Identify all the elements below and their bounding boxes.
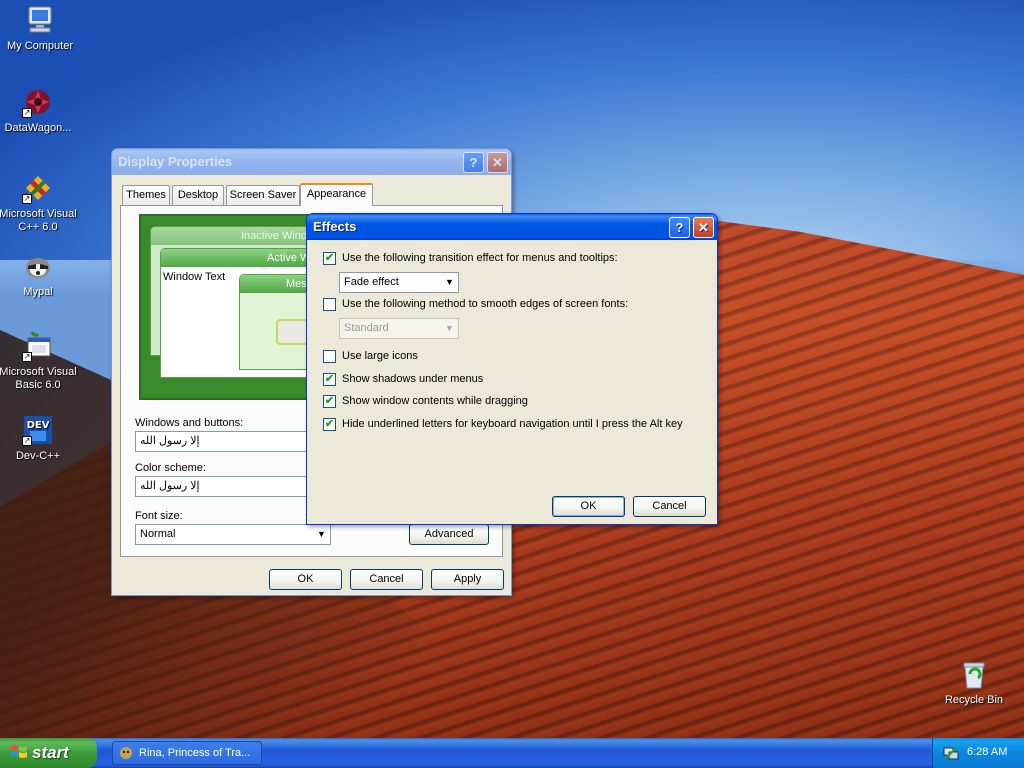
font-size-select[interactable]: Normal ▼ [135,524,331,545]
color-scheme-select[interactable]: إلا رسول الله [135,476,331,497]
smooth-edges-checkbox[interactable] [323,298,336,311]
cancel-button[interactable]: Cancel [350,569,423,590]
hide-underline-checkbox-row[interactable]: ✔ Hide underlined letters for keyboard na… [323,418,683,432]
font-size-value: Normal [140,528,176,540]
visual-basic-icon: ↗ [22,330,54,362]
tab-appearance[interactable]: Appearance [300,183,373,206]
my-computer-icon [24,4,56,36]
desktop-icon-mypal[interactable]: Mypal [0,250,78,299]
font-size-label: Font size: [135,510,183,522]
taskbar: start Rina, Princess of Tra... 6:28 AM [0,738,1024,768]
close-button[interactable]: ✕ [693,217,714,238]
start-button[interactable]: start [0,738,97,768]
chevron-down-icon: ▼ [445,323,454,333]
drag-contents-checkbox[interactable]: ✔ [323,395,336,408]
apply-button[interactable]: Apply [431,569,504,590]
menu-shadows-checkbox-row[interactable]: ✔ Show shadows under menus [323,373,483,387]
shortcut-arrow-icon: ↗ [22,108,32,118]
game-app-icon [119,746,133,760]
windows-logo-icon [10,744,28,760]
display-properties-titlebar[interactable]: Display Properties ? ✕ [112,149,511,175]
effects-body: ✔ Use the following transition effect for… [311,240,713,520]
desktop-icon-my-computer[interactable]: My Computer [0,4,80,53]
effects-dialog[interactable]: Effects ? ✕ ✔ Use the following transitio… [306,213,718,525]
dialog-title: Effects [313,219,357,234]
clock[interactable]: 6:28 AM [967,746,1007,758]
window-title: Display Properties [118,154,233,169]
drag-contents-label: Show window contents while dragging [342,395,528,407]
chevron-down-icon: ▼ [317,529,326,539]
hide-underline-checkbox[interactable]: ✔ [323,418,336,431]
transition-effect-label: Use the following transition effect for … [342,252,618,264]
large-icons-checkbox-row[interactable]: Use large icons [323,350,418,364]
advanced-button[interactable]: Advanced [409,524,489,545]
desktop-icon-datawagon[interactable]: ↗ DataWagon... [0,86,78,135]
help-button[interactable]: ? [463,152,484,173]
hide-underline-label: Hide underlined letters for keyboard nav… [342,418,683,430]
menu-shadows-label: Show shadows under menus [342,373,484,385]
tab-screen-saver[interactable]: Screen Saver [226,185,300,205]
desktop-icon-dev-cpp[interactable]: DEV ↗ Dev-C++ [0,414,78,463]
effects-ok-button[interactable]: OK [552,496,625,517]
transition-effect-checkbox-row[interactable]: ✔ Use the following transition effect for… [323,252,618,266]
start-label: start [32,743,69,762]
windows-buttons-value: إلا رسول الله [140,435,200,447]
close-button[interactable]: ✕ [487,152,508,173]
transition-effect-select[interactable]: Fade effect ▼ [339,272,459,293]
desktop-icon-recycle-bin[interactable]: Recycle Bin [934,658,1014,707]
shortcut-arrow-icon: ↗ [22,194,32,204]
recycle-bin-icon [958,658,990,690]
transition-effect-value: Fade effect [344,276,399,288]
effects-cancel-button[interactable]: Cancel [633,496,706,517]
shortcut-arrow-icon: ↗ [22,352,32,362]
ok-button[interactable]: OK [269,569,342,590]
smooth-edges-checkbox-row[interactable]: Use the following method to smooth edges… [323,298,628,312]
tab-desktop[interactable]: Desktop [172,185,224,205]
network-icon[interactable] [943,745,959,761]
taskbar-item-rina[interactable]: Rina, Princess of Tra... [112,741,262,765]
smooth-edges-label: Use the following method to smooth edges… [342,298,629,310]
shortcut-arrow-icon: ↗ [22,436,32,446]
windows-buttons-label: Windows and buttons: [135,417,244,429]
datawagon-icon: ↗ [22,86,54,118]
menu-shadows-checkbox[interactable]: ✔ [323,373,336,386]
smooth-edges-value: Standard [344,322,389,334]
svg-text:DEV: DEV [27,420,50,431]
color-scheme-label: Color scheme: [135,462,206,474]
taskbar-item-label: Rina, Princess of Tra... [139,747,251,759]
tab-themes[interactable]: Themes [122,185,170,205]
visual-cpp-icon: ↗ [22,172,54,204]
large-icons-label: Use large icons [342,350,418,362]
effects-titlebar[interactable]: Effects ? ✕ [307,214,717,240]
chevron-down-icon: ▼ [445,277,454,287]
mypal-icon [22,250,54,282]
color-scheme-value: إلا رسول الله [140,480,200,492]
dev-cpp-icon: DEV ↗ [22,414,54,446]
large-icons-checkbox[interactable] [323,350,336,363]
help-button[interactable]: ? [669,217,690,238]
smooth-edges-select[interactable]: Standard ▼ [339,318,459,339]
preview-window-text: Window Text [163,271,226,283]
transition-effect-checkbox[interactable]: ✔ [323,252,336,265]
drag-contents-checkbox-row[interactable]: ✔ Show window contents while dragging [323,395,528,409]
system-tray: 6:28 AM [932,738,1024,768]
desktop-icon-visual-basic[interactable]: ↗ Microsoft Visual Basic 6.0 [0,330,78,392]
windows-buttons-select[interactable]: إلا رسول الله [135,431,331,452]
desktop-icon-visual-cpp[interactable]: ↗ Microsoft Visual C++ 6.0 [0,172,78,234]
